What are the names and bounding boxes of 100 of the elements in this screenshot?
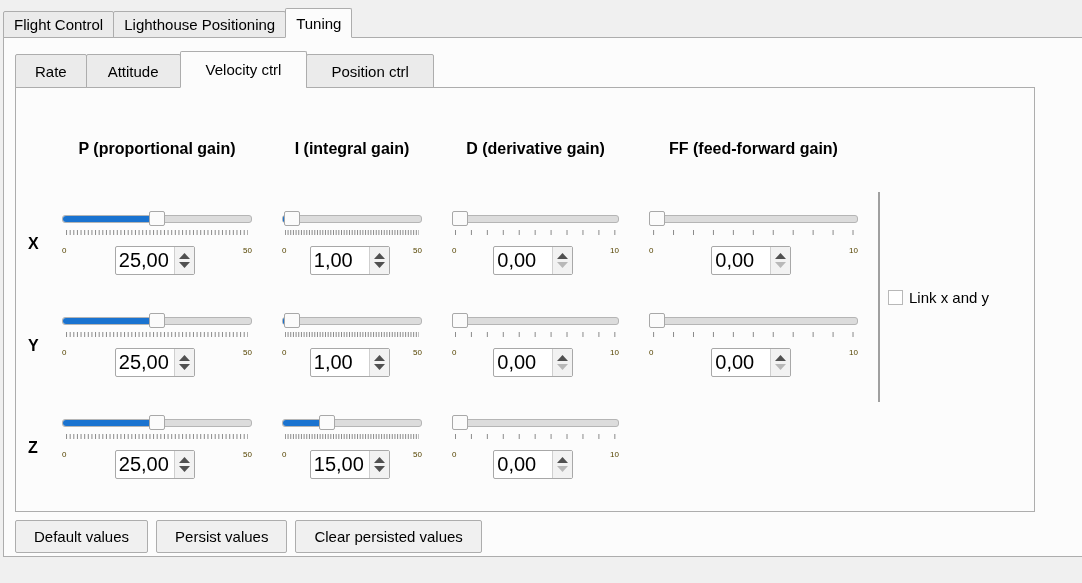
slider-handle[interactable] (149, 211, 165, 226)
spin-value: 15,00 (312, 452, 365, 477)
axis-label: Y (28, 336, 40, 356)
checkbox-label: Link x and y (909, 288, 990, 306)
max-label: 50 (243, 246, 252, 255)
spin-value: 1,00 (312, 350, 354, 375)
slider[interactable] (282, 313, 422, 328)
up-arrow-icon[interactable] (557, 457, 569, 463)
down-arrow-icon[interactable] (178, 262, 190, 268)
tab[interactable]: Lighthouse Positioning (113, 11, 287, 38)
min-label: 0 (452, 450, 457, 459)
tab[interactable]: Tuning (285, 8, 353, 38)
action-button[interactable]: Clear persisted values (295, 520, 482, 553)
slider-handle[interactable] (452, 313, 468, 328)
slider-handle[interactable] (284, 313, 301, 328)
spin-box[interactable]: 15,00 (309, 450, 390, 479)
slider-handle[interactable] (452, 415, 468, 430)
max-label: 50 (413, 348, 422, 357)
slider[interactable] (62, 313, 252, 328)
slider[interactable] (452, 415, 619, 430)
up-arrow-icon[interactable] (373, 253, 385, 259)
slider[interactable] (62, 211, 252, 226)
up-arrow-icon[interactable] (178, 253, 190, 259)
down-arrow-icon[interactable] (178, 364, 190, 370)
column-heading: FF (feed-forward gain) (668, 139, 839, 159)
min-label: 0 (62, 348, 67, 357)
min-label: 0 (62, 450, 67, 459)
max-label: 50 (413, 450, 422, 459)
link-checkbox[interactable]: Link x and y (888, 288, 990, 306)
down-arrow-icon[interactable] (373, 364, 385, 370)
slider-handle[interactable] (649, 211, 665, 226)
max-label: 10 (610, 348, 619, 357)
slider-handle[interactable] (284, 211, 301, 226)
slider-handle[interactable] (649, 313, 665, 328)
action-button[interactable]: Persist values (156, 520, 288, 553)
slider-handle[interactable] (149, 313, 165, 328)
spin-value: 0,00 (714, 350, 756, 375)
spin-value: 0,00 (714, 248, 756, 273)
column-heading: P (proportional gain) (77, 139, 237, 159)
slider[interactable] (452, 313, 619, 328)
slider[interactable] (62, 415, 252, 430)
slider[interactable] (649, 211, 858, 226)
up-arrow-icon[interactable] (775, 253, 787, 259)
slider[interactable] (452, 211, 619, 226)
down-arrow-icon[interactable] (178, 466, 190, 472)
spin-value: 0,00 (496, 350, 538, 375)
min-label: 0 (282, 348, 287, 357)
min-label: 0 (452, 348, 457, 357)
down-arrow-icon[interactable] (373, 466, 385, 472)
action-button[interactable]: Default values (15, 520, 149, 553)
spin-box[interactable]: 25,00 (114, 348, 195, 377)
spin-value: 25,00 (117, 452, 170, 477)
column-heading: D (derivative gain) (465, 139, 606, 159)
max-label: 10 (610, 246, 619, 255)
up-arrow-icon[interactable] (373, 355, 385, 361)
slider-handle[interactable] (452, 211, 468, 226)
up-arrow-icon[interactable] (178, 457, 190, 463)
slider[interactable] (282, 415, 422, 430)
spin-box[interactable]: 0,00 (493, 450, 574, 479)
spin-box[interactable]: 25,00 (114, 450, 195, 479)
spin-value: 1,00 (312, 248, 354, 273)
max-label: 50 (243, 348, 252, 357)
up-arrow-icon[interactable] (557, 253, 569, 259)
min-label: 0 (62, 246, 67, 255)
spin-box[interactable]: 1,00 (309, 246, 390, 275)
up-arrow-icon[interactable] (373, 457, 385, 463)
checkbox[interactable] (888, 289, 903, 305)
up-arrow-icon[interactable] (178, 355, 190, 361)
spin-box[interactable]: 0,00 (711, 348, 792, 377)
min-label: 0 (282, 246, 287, 255)
min-label: 0 (282, 450, 287, 459)
min-label: 0 (452, 246, 457, 255)
axis-label: X (28, 234, 40, 254)
up-arrow-icon[interactable] (775, 355, 787, 361)
slider[interactable] (282, 211, 422, 226)
spin-box[interactable]: 0,00 (711, 246, 792, 275)
spin-box[interactable]: 1,00 (309, 348, 390, 377)
slider[interactable] (649, 313, 858, 328)
max-label: 10 (849, 348, 858, 357)
tab[interactable]: Attitude (85, 54, 181, 88)
column-heading: I (integral gain) (293, 139, 411, 159)
spin-box[interactable]: 0,00 (493, 348, 574, 377)
axis-label: Z (28, 438, 39, 458)
tab[interactable]: Rate (15, 54, 87, 88)
spin-value: 0,00 (496, 452, 538, 477)
spin-box[interactable]: 0,00 (493, 246, 574, 275)
down-arrow-icon[interactable] (373, 262, 385, 268)
min-label: 0 (649, 246, 654, 255)
spin-box[interactable]: 25,00 (114, 246, 195, 275)
max-label: 50 (243, 450, 252, 459)
max-label: 50 (413, 246, 422, 255)
spin-value: 25,00 (117, 248, 170, 273)
max-label: 10 (610, 450, 619, 459)
tab[interactable]: Velocity ctrl (179, 51, 308, 88)
up-arrow-icon[interactable] (557, 355, 569, 361)
slider-handle[interactable] (319, 415, 336, 430)
max-label: 10 (849, 246, 858, 255)
tab[interactable]: Position ctrl (306, 54, 434, 88)
tab[interactable]: Flight Control (3, 11, 115, 38)
slider-handle[interactable] (149, 415, 165, 430)
